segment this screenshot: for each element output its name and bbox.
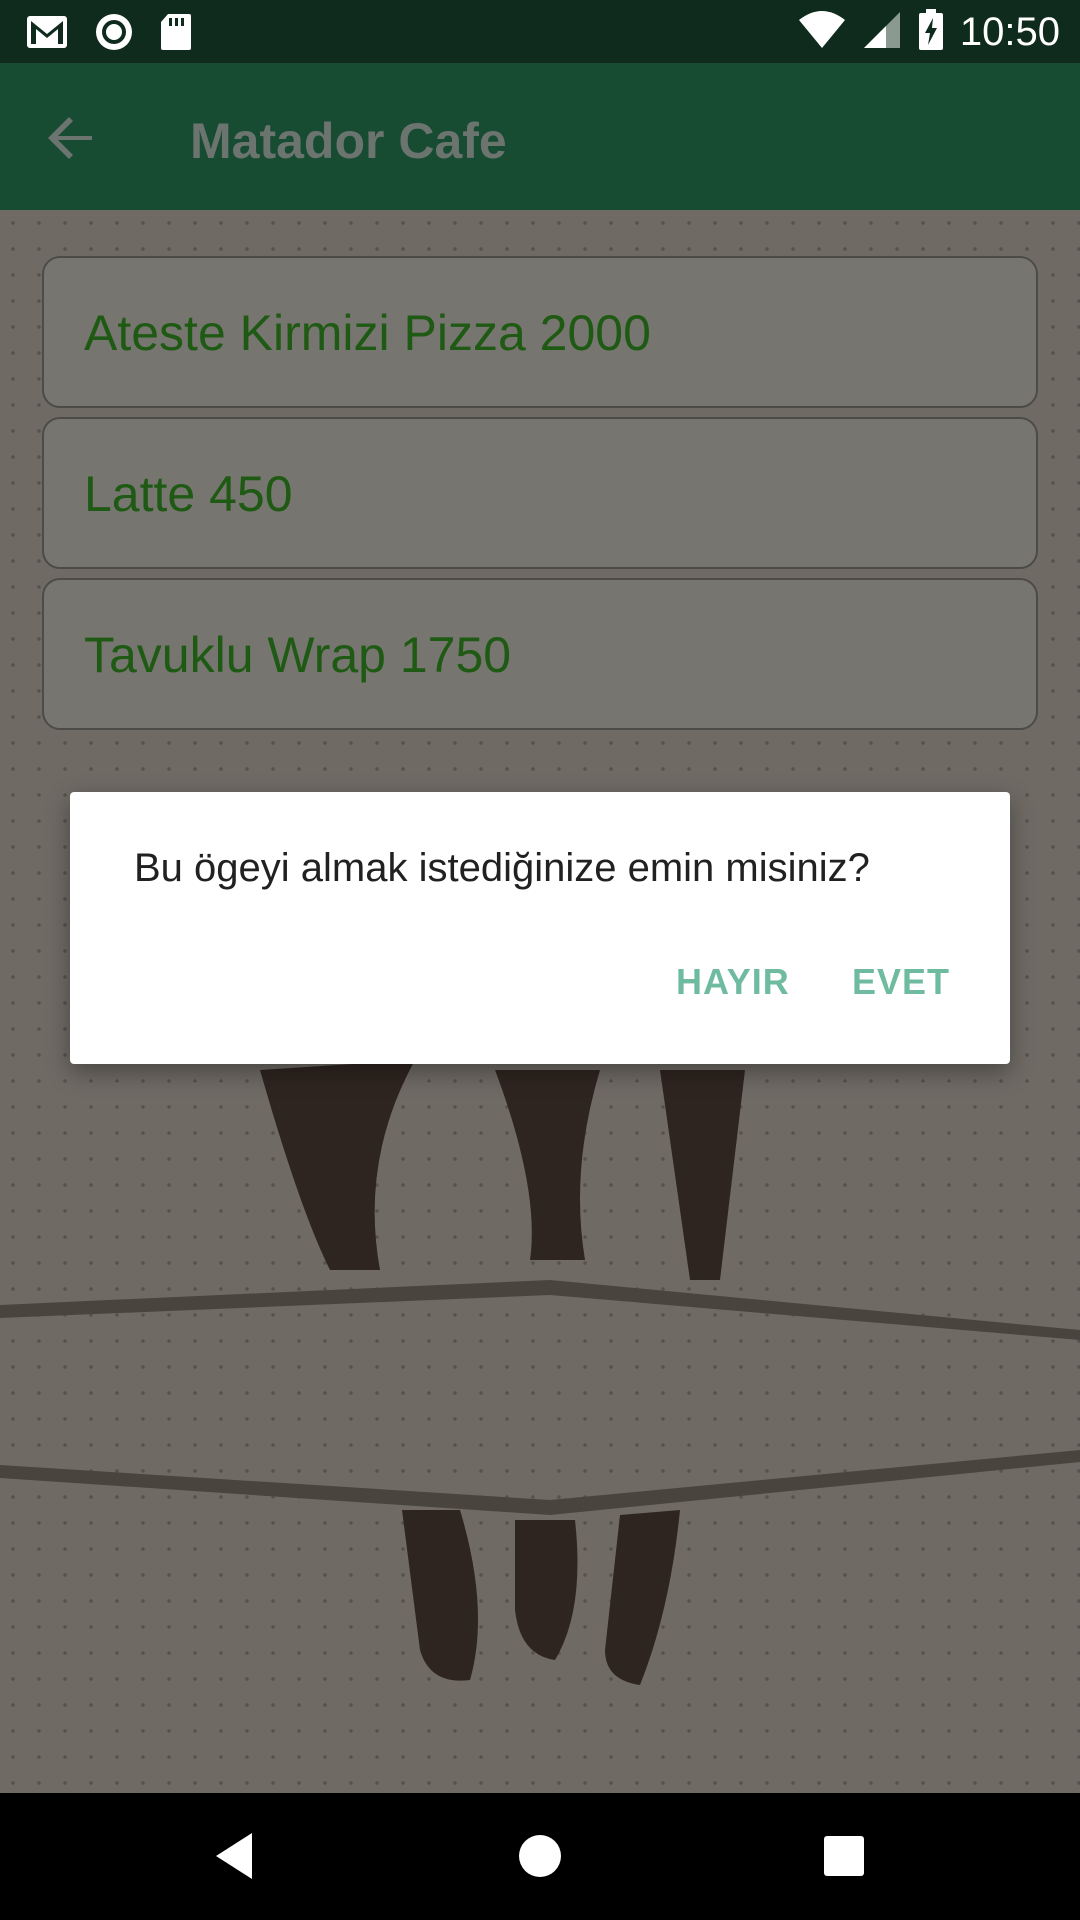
dialog-message: Bu ögeyi almak istediğinize emin misiniz… (134, 846, 870, 890)
arrow-back-icon (48, 117, 92, 159)
sd-card-icon (160, 13, 192, 56)
nav-back-button[interactable] (202, 1823, 268, 1889)
sync-circle-icon (94, 12, 134, 57)
wifi-icon (798, 10, 846, 55)
list-item-label: Latte 450 (84, 466, 293, 522)
list-item[interactable]: Tavuklu Wrap 1750 (42, 578, 1038, 730)
list-item-label: Tavuklu Wrap 1750 (84, 627, 512, 683)
page-title: Matador Cafe (190, 113, 507, 169)
menu-list: Ateste Kirmizi Pizza 2000 Latte 450 Tavu… (42, 256, 1038, 739)
list-item[interactable]: Ateste Kirmizi Pizza 2000 (42, 256, 1038, 408)
nav-recents-button[interactable] (811, 1823, 877, 1889)
navigation-bar (0, 1793, 1080, 1920)
nav-home-button[interactable] (507, 1823, 573, 1889)
back-button[interactable] (36, 103, 106, 173)
nav-home-icon (519, 1835, 561, 1877)
nav-back-icon (216, 1833, 252, 1879)
list-item-label: Ateste Kirmizi Pizza 2000 (84, 305, 651, 361)
screen: 10:50 Matador Cafe Ateste Kirmizi Pizza … (0, 0, 1080, 1920)
nav-recents-icon (824, 1836, 864, 1876)
gmail-icon (26, 15, 68, 54)
yes-button[interactable]: EVET (848, 960, 954, 1004)
status-bar: 10:50 (0, 0, 1080, 63)
no-button[interactable]: HAYIR (672, 960, 794, 1004)
battery-charging-icon (918, 8, 944, 56)
signal-icon (862, 10, 902, 55)
app-bar: Matador Cafe (0, 63, 1080, 210)
list-item[interactable]: Latte 450 (42, 417, 1038, 569)
confirm-dialog: Bu ögeyi almak istediğinize emin misiniz… (70, 792, 1010, 1064)
status-time: 10:50 (959, 10, 1060, 54)
